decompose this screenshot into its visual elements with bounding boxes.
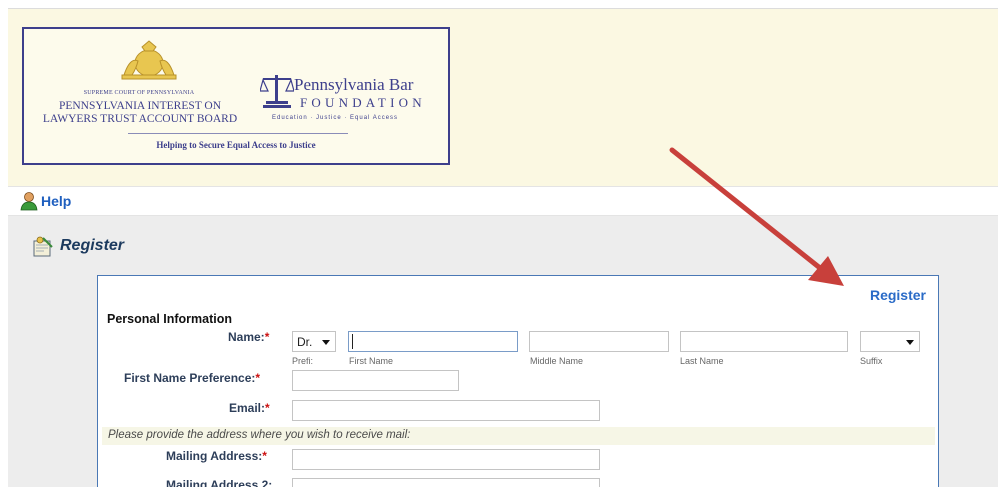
page-title: Register bbox=[60, 237, 125, 254]
email-label-text: Email: bbox=[229, 401, 266, 415]
name-label: Name:* bbox=[228, 330, 269, 344]
registration-form: Register Personal Information Name:* Dr.… bbox=[97, 275, 939, 487]
mailing-address-2-input[interactable] bbox=[292, 478, 600, 487]
address-notice-band: Please provide the address where you wis… bbox=[102, 427, 935, 445]
required-marker: * bbox=[265, 401, 270, 415]
email-label: Email:* bbox=[229, 401, 270, 415]
required-marker: * bbox=[262, 449, 267, 463]
banner-motto: Helping to Secure Equal Access to Justic… bbox=[156, 140, 316, 150]
foundation-subtitle: FOUNDATION bbox=[300, 95, 426, 110]
address-notice: Please provide the address where you wis… bbox=[108, 429, 411, 441]
email-field[interactable] bbox=[292, 400, 600, 421]
text-cursor bbox=[352, 334, 353, 349]
last-name-caption: Last Name bbox=[680, 356, 724, 366]
suffix-caption: Suffix bbox=[860, 356, 883, 366]
help-link[interactable]: Help bbox=[41, 193, 71, 209]
chevron-down-icon bbox=[322, 340, 330, 345]
prefix-value: Dr. bbox=[297, 335, 313, 349]
court-line-1: PENNSYLVANIA INTEREST ON bbox=[58, 100, 222, 112]
scales-icon bbox=[260, 75, 294, 108]
court-line-2: LAWYERS TRUST ACCOUNT BOARD bbox=[42, 113, 238, 125]
required-marker: * bbox=[255, 371, 261, 385]
first-name-preference-input[interactable] bbox=[292, 370, 459, 391]
foundation-title: Pennsylvania Bar bbox=[294, 75, 414, 94]
register-link[interactable]: Register bbox=[870, 287, 926, 303]
mailing-address-label: Mailing Address:* bbox=[166, 449, 267, 463]
annotation-arrow bbox=[669, 147, 844, 286]
middle-name-input[interactable] bbox=[529, 331, 669, 352]
seal-icon bbox=[121, 40, 177, 80]
mailing-address-input[interactable] bbox=[292, 449, 600, 470]
prefix-caption: Prefi: bbox=[292, 356, 314, 366]
chevron-down-icon bbox=[906, 340, 914, 345]
mailing-address-2-label: Mailing Address 2: bbox=[166, 478, 273, 487]
middle-name-caption: Middle Name bbox=[530, 356, 584, 366]
banner-divider bbox=[128, 133, 348, 134]
suffix-select[interactable] bbox=[860, 331, 920, 352]
first-name-preference-label: First Name Preference:* bbox=[124, 371, 260, 385]
first-name-preference-label-text: First Name Preference: bbox=[124, 371, 256, 385]
mailing-address-label-text: Mailing Address: bbox=[166, 449, 263, 463]
last-name-input[interactable] bbox=[680, 331, 848, 352]
prefix-select[interactable]: Dr. bbox=[292, 331, 336, 352]
court-small-text: SUPREME COURT OF PENNSYLVANIA bbox=[83, 90, 195, 96]
foundation-tagline: Education · Justice · Equal Access bbox=[272, 115, 399, 121]
first-name-caption: First Name bbox=[349, 356, 394, 366]
name-label-text: Name: bbox=[228, 330, 265, 344]
help-person-icon[interactable] bbox=[20, 191, 38, 211]
section-title-personal-information: Personal Information bbox=[107, 312, 233, 326]
first-name-input[interactable] bbox=[348, 331, 518, 352]
required-marker: * bbox=[264, 330, 270, 344]
register-book-icon bbox=[33, 236, 53, 257]
logo-banner[interactable]: SUPREME COURT OF PENNSYLVANIA PENNSYLVAN… bbox=[22, 27, 450, 165]
